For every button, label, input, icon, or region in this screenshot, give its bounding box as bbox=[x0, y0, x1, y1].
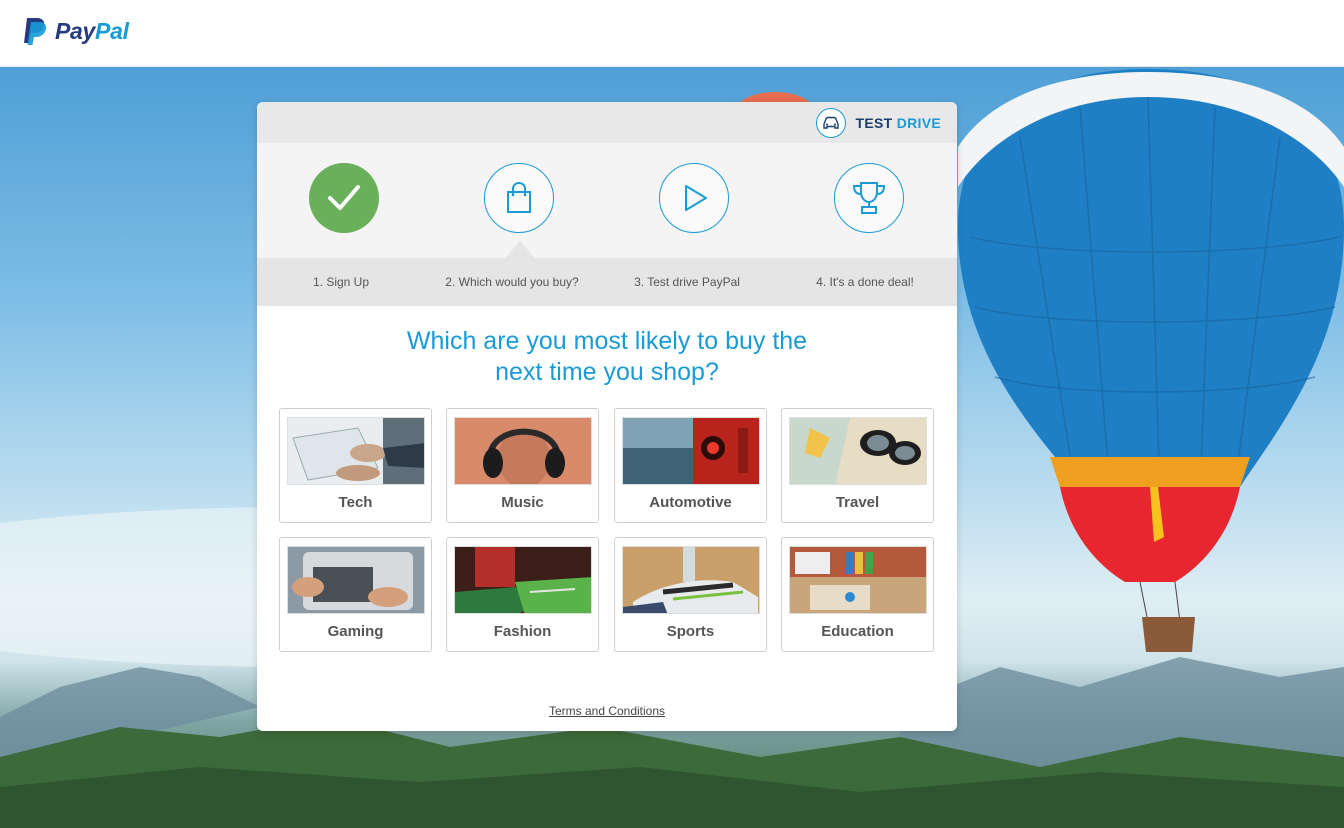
category-tile-gaming[interactable]: Gaming bbox=[279, 537, 432, 652]
sports-image bbox=[622, 546, 760, 614]
paypal-logo-icon bbox=[24, 18, 47, 45]
category-label-tech: Tech bbox=[338, 494, 373, 511]
category-tile-travel[interactable]: Travel bbox=[781, 408, 934, 523]
music-image bbox=[454, 417, 592, 485]
automotive-image bbox=[622, 417, 760, 485]
play-icon bbox=[659, 163, 729, 233]
badge-drive-text: DRIVE bbox=[896, 115, 941, 131]
signup-card: TEST DRIVE 1. Sign Up 2. Which would you… bbox=[257, 102, 957, 731]
category-tile-music[interactable]: Music bbox=[446, 408, 599, 523]
question-line-1: Which are you most likely to buy the bbox=[406, 327, 808, 355]
top-bar: PayPal bbox=[0, 0, 1344, 67]
card-header: TEST DRIVE bbox=[257, 102, 957, 143]
brand-pay: Pay bbox=[55, 17, 96, 44]
trophy-icon bbox=[834, 163, 904, 233]
brand-pal: Pal bbox=[95, 17, 129, 44]
category-tile-fashion[interactable]: Fashion bbox=[446, 537, 599, 652]
category-label-gaming: Gaming bbox=[327, 623, 384, 640]
question-line-2: next time you shop? bbox=[495, 358, 719, 386]
shopping-bag-icon bbox=[484, 163, 554, 233]
fashion-image bbox=[454, 546, 592, 614]
step-label-done-deal: 4. It's a done deal! bbox=[816, 275, 914, 289]
question-heading: Which are you most likely to buy the nex… bbox=[257, 326, 957, 388]
step-label-test-drive: 3. Test drive PayPal bbox=[634, 275, 740, 289]
category-tile-automotive[interactable]: Automotive bbox=[614, 408, 767, 523]
category-label-fashion: Fashion bbox=[493, 623, 552, 640]
category-tile-tech[interactable]: Tech bbox=[279, 408, 432, 523]
step-label-which-buy: 2. Which would you buy? bbox=[445, 275, 579, 289]
progress-steps: 1. Sign Up 2. Which would you buy? 3. Te… bbox=[257, 143, 957, 306]
category-tile-education[interactable]: Education bbox=[781, 537, 934, 652]
category-label-education: Education bbox=[821, 623, 894, 640]
category-label-sports: Sports bbox=[666, 623, 715, 640]
tech-image bbox=[287, 417, 425, 485]
badge-test-text: TEST bbox=[855, 115, 893, 131]
category-label-music: Music bbox=[501, 494, 544, 511]
check-icon bbox=[309, 163, 379, 233]
car-icon bbox=[815, 108, 846, 138]
terms-footer: Terms and Conditions bbox=[257, 704, 957, 718]
gaming-image bbox=[287, 546, 425, 614]
terms-and-conditions-link[interactable]: Terms and Conditions bbox=[549, 704, 665, 718]
test-drive-badge[interactable]: TEST DRIVE bbox=[815, 108, 941, 138]
paypal-logo[interactable]: PayPal bbox=[21, 16, 129, 46]
current-step-pointer bbox=[506, 240, 534, 258]
category-tile-sports[interactable]: Sports bbox=[614, 537, 767, 652]
travel-image bbox=[789, 417, 927, 485]
step-label-sign-up: 1. Sign Up bbox=[312, 275, 370, 289]
education-image bbox=[789, 546, 927, 614]
category-label-automotive: Automotive bbox=[649, 494, 732, 511]
category-label-travel: Travel bbox=[835, 494, 880, 511]
